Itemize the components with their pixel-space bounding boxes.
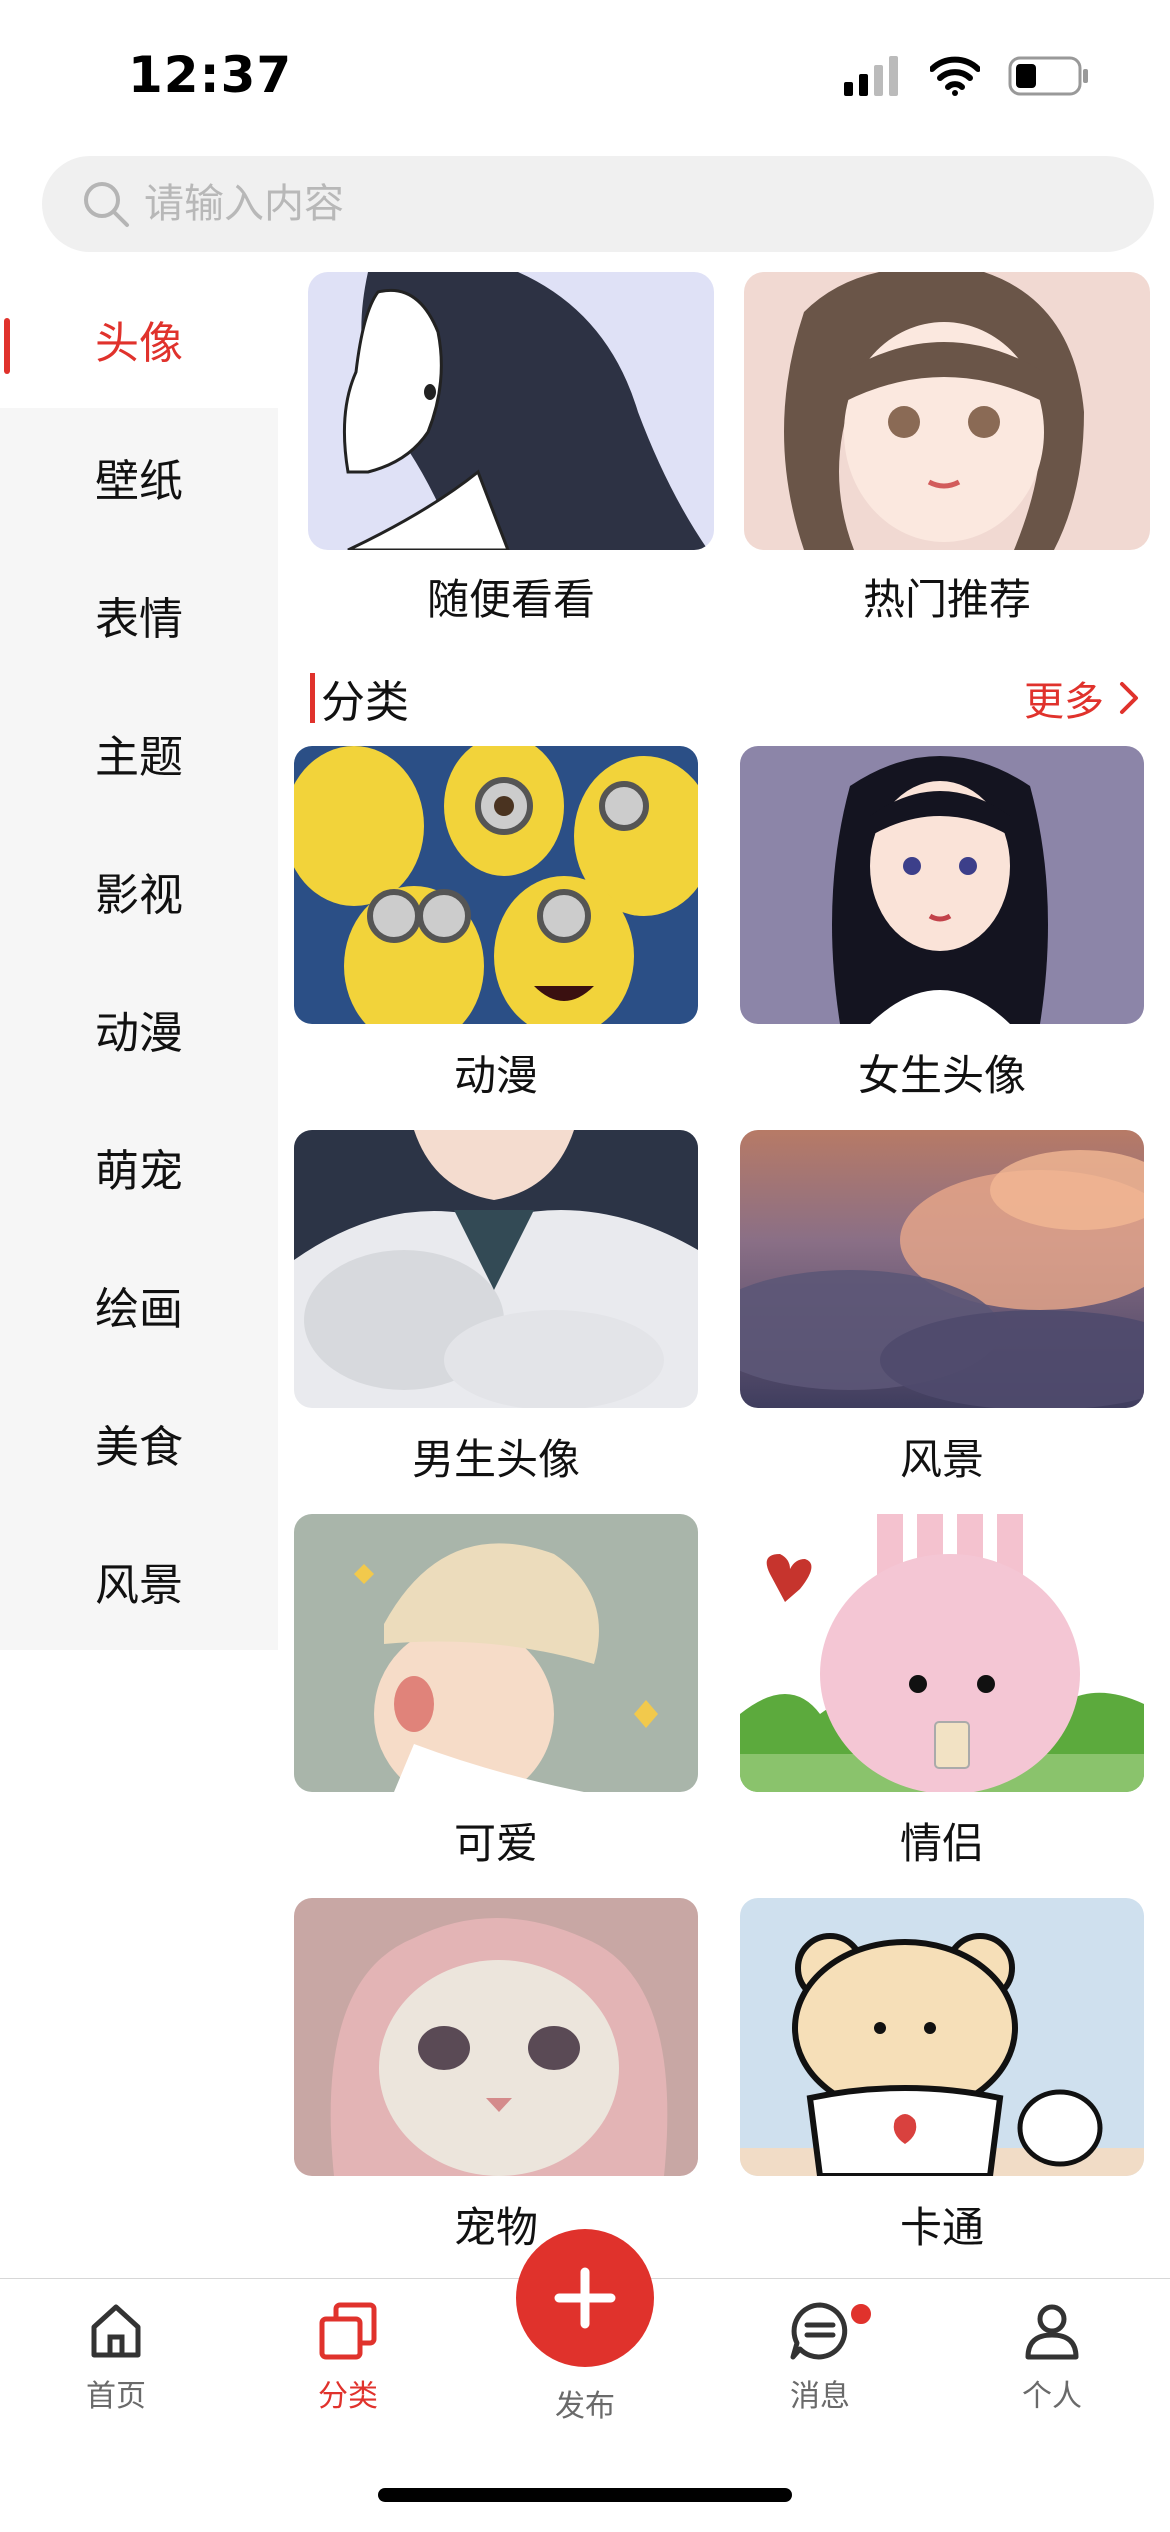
sidebar-item-label: 美食	[95, 1422, 183, 1473]
featured-card-browse[interactable]: 随便看看	[308, 272, 714, 627]
cartoon-bear-image	[740, 1898, 1144, 2176]
bucket-hat-child-image	[294, 1514, 698, 1792]
plus-icon	[554, 2267, 616, 2329]
kitten-image	[294, 1898, 698, 2176]
category-card-label: 动漫	[453, 1051, 538, 1100]
tab-home-label: 首页	[86, 2379, 146, 2414]
status-bar: 12:37	[0, 0, 1170, 150]
category-card-label: 宠物	[453, 2203, 538, 2252]
featured-card-label: 热门推荐	[862, 575, 1031, 624]
sidebar-item-avatar[interactable]: 头像	[0, 270, 278, 408]
section-header: 分类 更多	[310, 668, 1140, 728]
sidebar-item-scenery[interactable]: 风景	[0, 1512, 278, 1650]
category-card-cartoon[interactable]: 卡通	[740, 1898, 1144, 2260]
section-accent-bar	[310, 673, 315, 723]
category-card-girl-avatar[interactable]: 女生头像	[740, 746, 1144, 1130]
more-link[interactable]: 更多	[1024, 669, 1140, 727]
home-indicator	[378, 2488, 792, 2502]
search-input[interactable]	[144, 181, 1044, 227]
tab-home[interactable]: 首页	[36, 2299, 196, 2415]
category-card-label: 风景	[899, 1435, 984, 1484]
sidebar-item-emoji[interactable]: 表情	[0, 546, 278, 684]
category-card-label: 情侣	[899, 1819, 984, 1868]
category-card-cute[interactable]: 可爱	[294, 1514, 698, 1898]
tab-profile[interactable]: 个人	[972, 2299, 1132, 2415]
sidebar-item-film[interactable]: 影视	[0, 822, 278, 960]
wifi-icon	[930, 56, 980, 96]
home-icon	[91, 2304, 141, 2358]
sidebar-item-painting[interactable]: 绘画	[0, 1236, 278, 1374]
search-bar[interactable]	[42, 156, 1154, 252]
boy-avatar-image	[294, 1130, 698, 1408]
featured-card-label: 随便看看	[426, 575, 595, 624]
sidebar-item-anime[interactable]: 动漫	[0, 960, 278, 1098]
category-card-label: 男生头像	[411, 1435, 580, 1484]
girl-portrait-image	[744, 272, 1150, 550]
sidebar-item-label: 壁纸	[95, 456, 183, 507]
category-card-label: 可爱	[453, 1819, 538, 1868]
tab-category-label: 分类	[318, 2379, 378, 2414]
category-card-label: 卡通	[899, 2203, 984, 2252]
tab-category[interactable]: 分类	[268, 2299, 428, 2415]
status-time: 12:37	[128, 46, 293, 104]
sidebar-item-pets[interactable]: 萌宠	[0, 1098, 278, 1236]
more-label: 更多	[1024, 679, 1104, 725]
category-sidebar: 头像 壁纸 表情 主题 影视 动漫 萌宠 绘画 美食 风景	[0, 270, 278, 1650]
publish-label: 发布	[555, 2389, 615, 2424]
category-card-pets[interactable]: 宠物	[294, 1898, 698, 2260]
sidebar-item-label: 动漫	[95, 1008, 183, 1059]
sidebar-item-label: 萌宠	[95, 1146, 183, 1197]
main-content: 随便看看 热门推荐 分类 更多 动漫 女生头像 男生头像 风景 可爱 情侣 宠物…	[278, 270, 1170, 2260]
sidebar-item-label: 主题	[95, 732, 183, 783]
girl-avatar-image	[740, 746, 1144, 1024]
category-grid: 动漫 女生头像 男生头像 风景 可爱 情侣 宠物 卡通	[294, 746, 1144, 2260]
section-title: 分类	[321, 677, 409, 728]
sidebar-item-label: 影视	[95, 870, 183, 921]
tab-messages-label: 消息	[790, 2379, 850, 2414]
sidebar-item-label: 头像	[95, 318, 183, 369]
search-icon	[84, 182, 129, 227]
girl-illustration-image	[308, 272, 714, 550]
publish-button[interactable]	[516, 2229, 654, 2367]
sidebar-item-label: 表情	[95, 594, 183, 645]
chevron-right-icon	[1120, 682, 1138, 714]
sidebar-item-wallpaper[interactable]: 壁纸	[0, 408, 278, 546]
profile-icon	[1025, 2304, 1079, 2360]
sidebar-item-theme[interactable]: 主题	[0, 684, 278, 822]
category-card-label: 女生头像	[857, 1051, 1026, 1100]
category-card-couple[interactable]: 情侣	[740, 1514, 1144, 1898]
notification-dot	[848, 2301, 874, 2327]
featured-cards: 随便看看 热门推荐	[308, 272, 1150, 627]
tab-profile-label: 个人	[1022, 2379, 1082, 2414]
sidebar-item-label: 绘画	[95, 1284, 183, 1335]
category-card-scenery[interactable]: 风景	[740, 1130, 1144, 1514]
featured-card-popular[interactable]: 热门推荐	[744, 272, 1150, 627]
minions-image	[294, 746, 698, 1024]
sidebar-item-label: 风景	[95, 1560, 183, 1611]
category-stack-icon	[319, 2302, 377, 2360]
category-card-boy-avatar[interactable]: 男生头像	[294, 1130, 698, 1514]
cloud-scenery-image	[740, 1130, 1144, 1408]
message-icon	[790, 2302, 848, 2360]
category-card-anime[interactable]: 动漫	[294, 746, 698, 1130]
cellular-signal-icon	[844, 56, 898, 96]
battery-icon	[1008, 56, 1088, 96]
pink-bunny-image	[740, 1514, 1144, 1792]
sidebar-item-food[interactable]: 美食	[0, 1374, 278, 1512]
tab-messages[interactable]: 消息	[740, 2299, 900, 2415]
status-icons	[844, 56, 1090, 96]
